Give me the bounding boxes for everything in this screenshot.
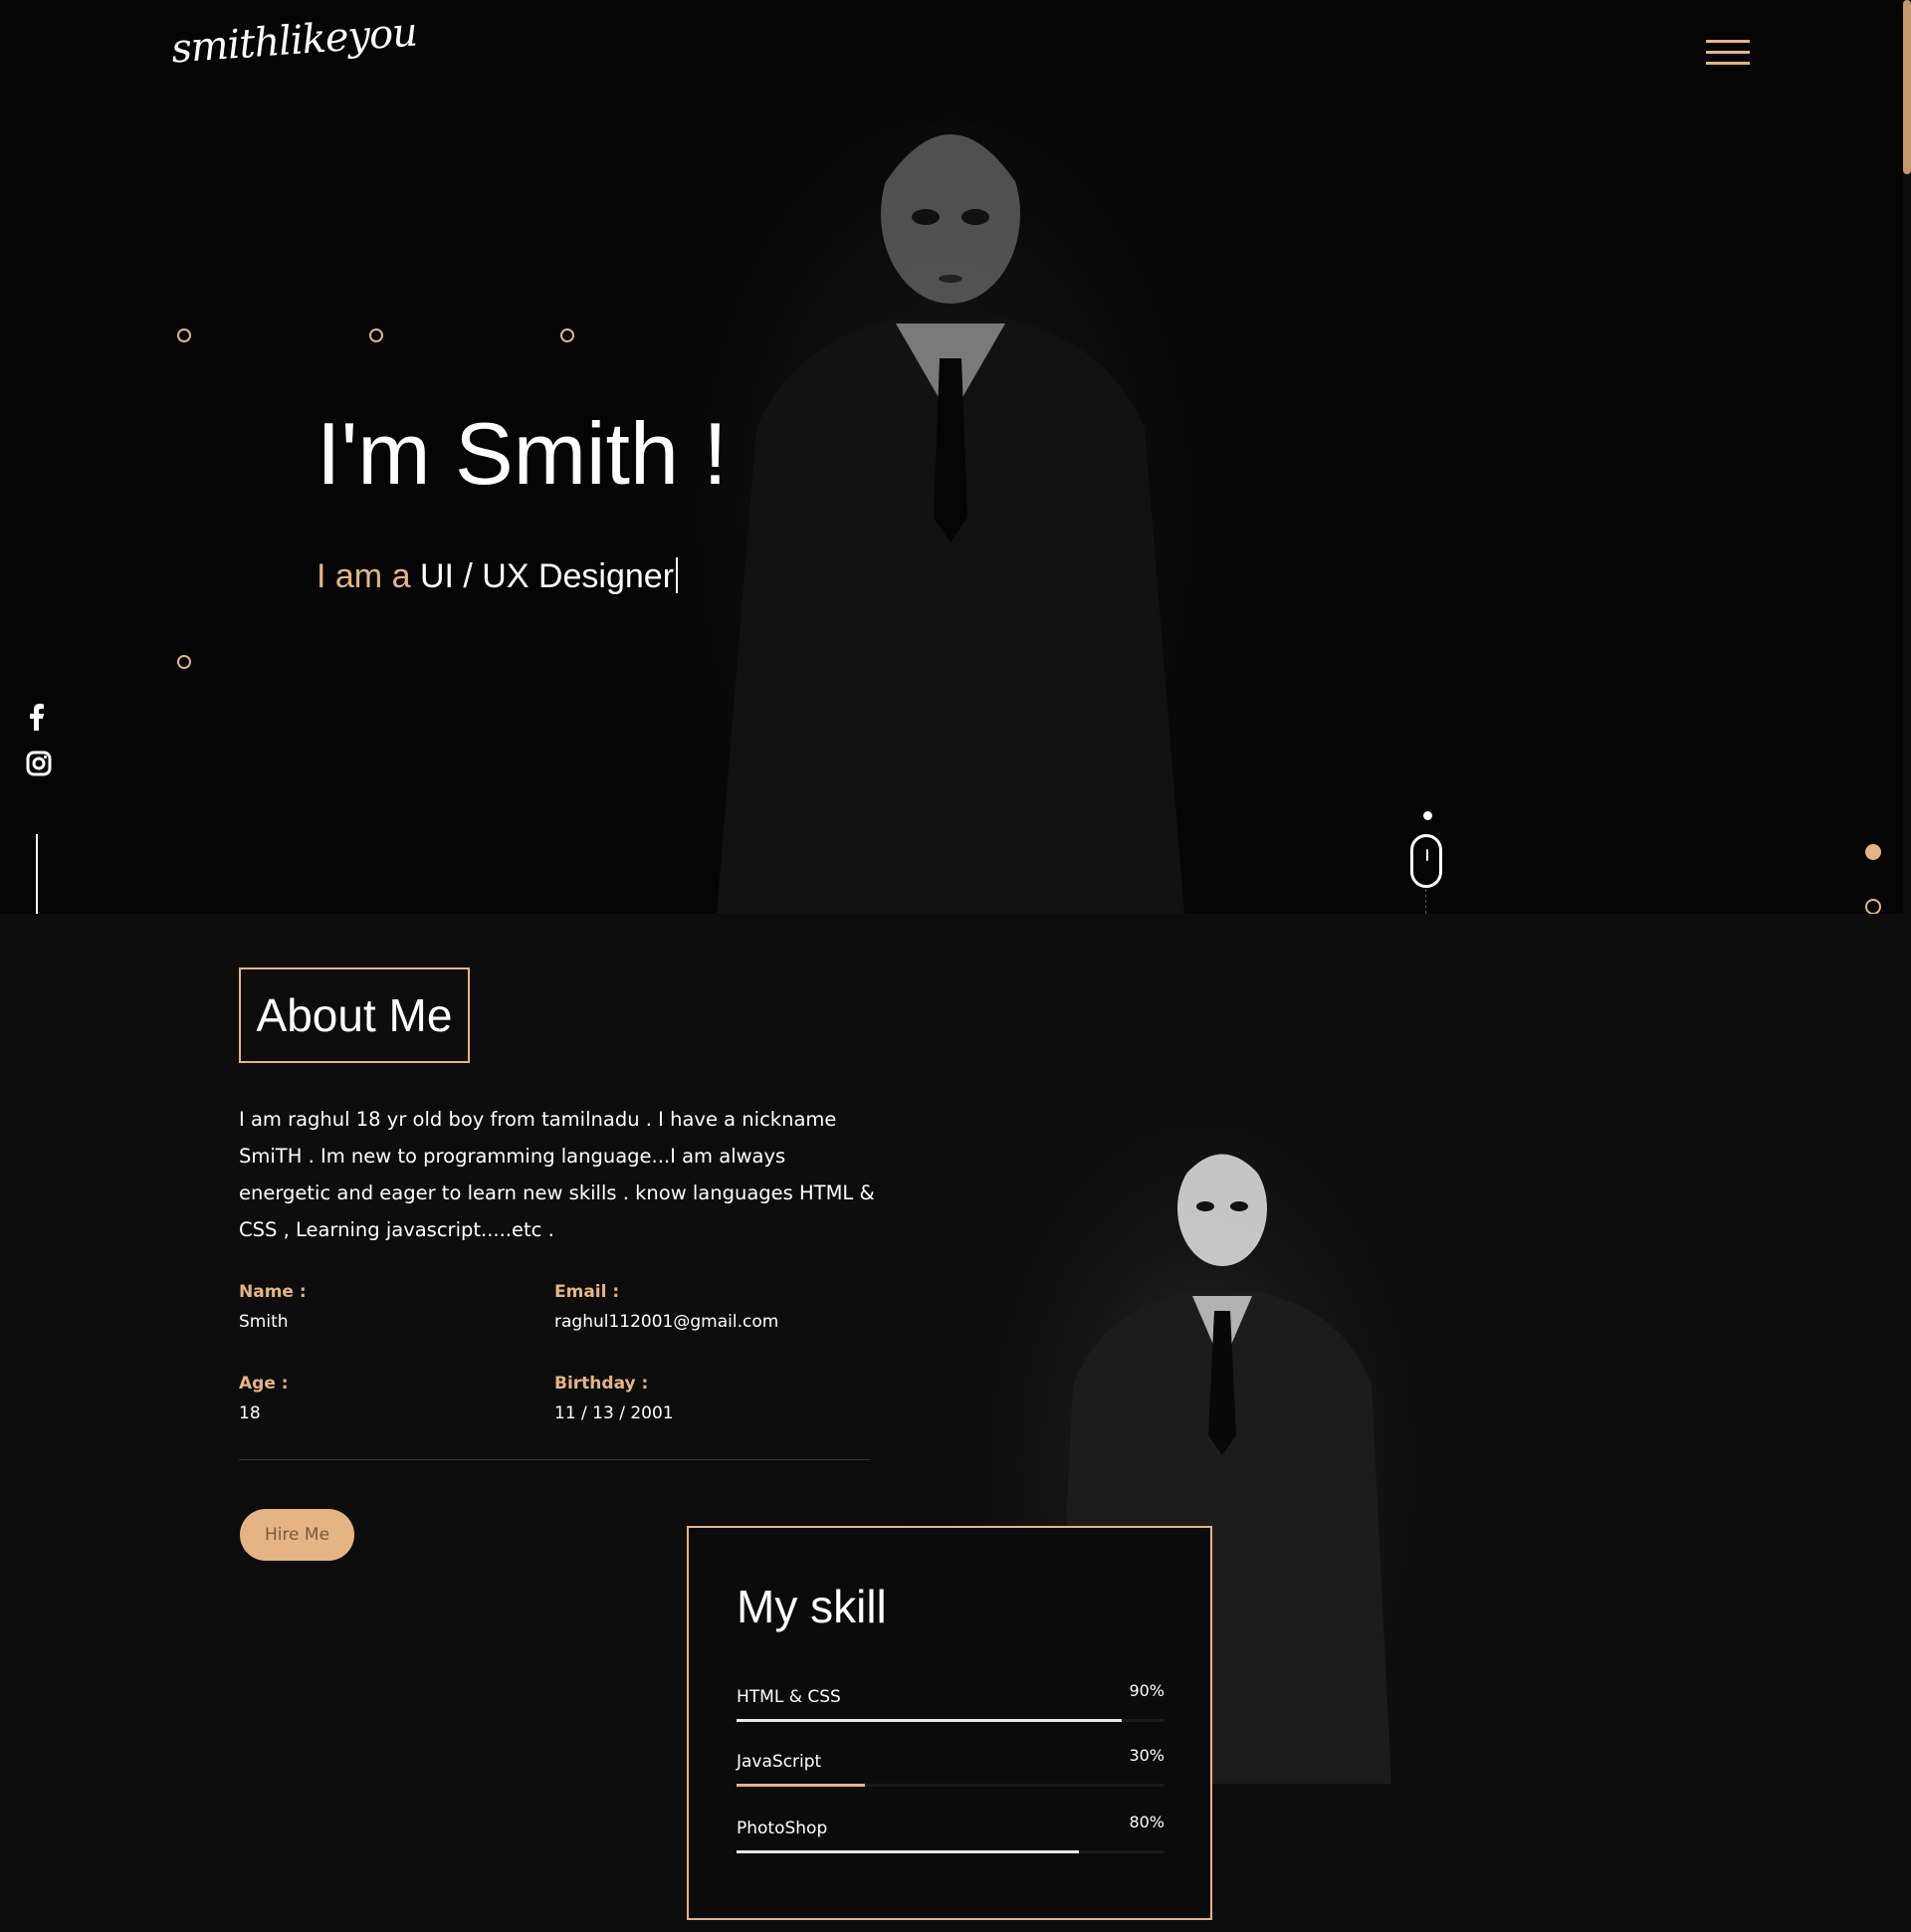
skills-title: My skill — [737, 1581, 887, 1632]
scroll-trail-line — [1425, 889, 1427, 914]
info-birthday: Birthday : 11 / 13 / 2001 — [554, 1374, 674, 1423]
menu-line-icon — [1706, 40, 1750, 43]
about-bio: I am raghul 18 yr old boy from tamilnadu… — [239, 1108, 875, 1241]
typing-caret — [676, 557, 679, 593]
hero-subtitle-role: UI / UX Designer — [419, 557, 675, 595]
info-age-label: Age : — [239, 1374, 289, 1394]
facebook-icon — [30, 704, 44, 731]
skill-bar-fill — [737, 1850, 1079, 1853]
info-age-value: 18 — [239, 1403, 261, 1423]
skill-percent: 90% — [1129, 1681, 1165, 1700]
info-email-label: Email : — [554, 1282, 620, 1302]
hero-subtitle-prefix: I am a — [317, 557, 411, 595]
skill-bar-fill — [737, 1719, 1122, 1722]
hero-masked-figure-image — [717, 117, 1184, 914]
hire-me-button[interactable]: Hire Me — [240, 1509, 354, 1561]
decorative-ring-icon — [177, 655, 191, 669]
facebook-link[interactable] — [26, 703, 46, 731]
instagram-icon — [26, 751, 52, 776]
hamburger-menu-button[interactable] — [1706, 40, 1750, 68]
skill-name: PhotoShop — [737, 1819, 828, 1838]
side-vertical-line — [36, 834, 38, 914]
info-name-label: Name : — [239, 1282, 307, 1302]
decorative-ring-icon — [177, 328, 191, 342]
hero-title: I'm Smith ! — [317, 404, 728, 503]
hero-section: smithlikeyou I'm Smith ! I am a UI / UX … — [0, 0, 1911, 914]
info-name: Name : Smith — [239, 1282, 307, 1332]
skill-percent: 30% — [1129, 1746, 1165, 1765]
info-birthday-label: Birthday : — [554, 1374, 649, 1394]
decorative-ring-icon — [560, 328, 574, 342]
page-dot-home[interactable] — [1865, 844, 1881, 860]
info-name-value: Smith — [239, 1312, 289, 1332]
menu-line-icon — [1706, 51, 1750, 54]
decorative-ring-icon — [369, 328, 383, 342]
page-dot-about[interactable] — [1865, 899, 1881, 914]
skill-name: JavaScript — [737, 1752, 822, 1772]
info-divider — [239, 1459, 870, 1460]
scroll-mouse-icon[interactable] — [1410, 834, 1442, 888]
skill-bar-fill — [737, 1784, 865, 1787]
scrollbar-track[interactable] — [1903, 0, 1911, 1932]
about-title: About Me — [239, 967, 470, 1063]
info-email: Email : raghul112001@gmail.com — [554, 1282, 778, 1332]
scrollbar-thumb[interactable] — [1903, 0, 1911, 174]
info-age: Age : 18 — [239, 1374, 289, 1423]
mouse-wheel-icon — [1426, 849, 1428, 861]
instagram-link[interactable] — [26, 751, 52, 776]
scroll-indicator-dot — [1423, 811, 1432, 820]
skills-card: My skill HTML & CSS 90% JavaScript 30% P… — [687, 1526, 1212, 1920]
hero-subtitle: I am a UI / UX Designer — [317, 557, 679, 596]
info-birthday-value: 11 / 13 / 2001 — [554, 1403, 674, 1423]
skill-percent: 80% — [1129, 1813, 1165, 1831]
skill-name: HTML & CSS — [737, 1687, 841, 1707]
info-email-value: raghul112001@gmail.com — [554, 1312, 779, 1332]
menu-line-icon — [1706, 62, 1750, 65]
